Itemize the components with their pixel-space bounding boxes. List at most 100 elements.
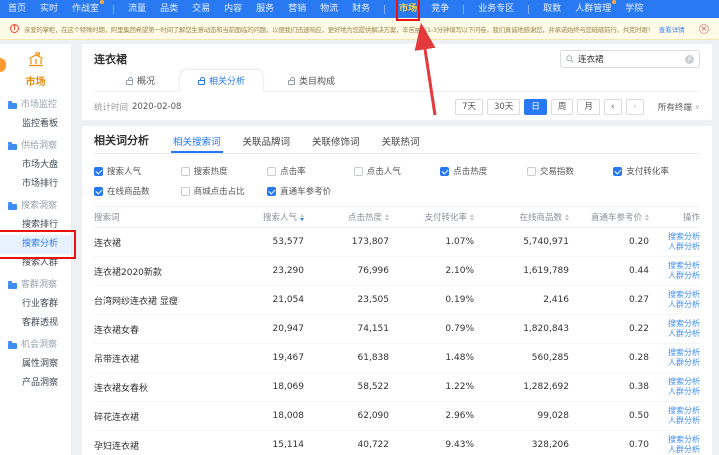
- nav-item[interactable]: 服务: [256, 0, 274, 18]
- search-analysis-link[interactable]: 搜索分析: [668, 377, 700, 388]
- table-header-cell[interactable]: 搜索词: [94, 211, 224, 223]
- click-heat-cell: 74,151: [304, 324, 389, 334]
- table-row: 台湾网纱连衣裙 显瘦 21,054 23,505 0.19% 2,416 0.2…: [94, 286, 700, 315]
- sidebar-item[interactable]: 属性洞察: [0, 355, 71, 374]
- nav-item[interactable]: 首页: [8, 0, 26, 18]
- metric-checkbox[interactable]: 点击人气: [354, 165, 441, 177]
- nav-item[interactable]: 营销: [288, 0, 306, 18]
- sidebar-item[interactable]: 机会洞察: [0, 336, 71, 355]
- metric-checkbox[interactable]: 搜索人气: [94, 165, 181, 177]
- table-header-cell[interactable]: 搜索人气: [224, 211, 304, 223]
- sidebar-item[interactable]: 搜索分析: [0, 235, 71, 254]
- search-analysis-link[interactable]: 搜索分析: [668, 435, 700, 446]
- notice-detail-link[interactable]: 查看详情: [659, 24, 685, 34]
- nav-item[interactable]: 实时: [40, 0, 58, 18]
- terminal-selector[interactable]: 所有终端 ∨: [658, 101, 700, 113]
- metric-checkbox[interactable]: 交易指数: [527, 165, 614, 177]
- notice-bar: ! 亲爱的掌柜，在这个特殊时期，阿里集团希望第一时间了解您生意动态和当前面临的问…: [0, 18, 719, 40]
- date-range-button[interactable]: 月: [577, 99, 600, 115]
- table-header-cell[interactable]: 直通车参考价: [569, 211, 649, 223]
- sidebar: 市场 市场监控 监控看板 供给洞察 市场大盘: [0, 44, 72, 455]
- nav-item[interactable]: 内容: [224, 0, 242, 18]
- search-analysis-link[interactable]: 搜索分析: [668, 290, 700, 301]
- search-popularity-cell: 53,577: [224, 237, 304, 247]
- nav-item[interactable]: 市场: [399, 0, 417, 18]
- clear-input-icon[interactable]: ×: [685, 55, 694, 64]
- analysis-subtab[interactable]: 关联修饰词: [310, 126, 362, 153]
- date-range-button[interactable]: ‹: [604, 99, 622, 115]
- crowd-analysis-link[interactable]: 人群分析: [668, 271, 700, 282]
- search-analysis-link[interactable]: 搜索分析: [668, 232, 700, 243]
- crowd-analysis-link[interactable]: 人群分析: [668, 358, 700, 369]
- date-range-button[interactable]: 日: [524, 99, 547, 115]
- online-products-cell: 1,820,843: [474, 324, 569, 334]
- nav-item[interactable]: 取数: [543, 0, 561, 18]
- nav-item[interactable]: 学院: [625, 0, 643, 18]
- close-icon[interactable]: ×: [699, 24, 709, 34]
- search-analysis-link[interactable]: 搜索分析: [668, 348, 700, 359]
- keyword-cell: 连衣裙2020新款: [94, 265, 224, 278]
- sidebar-item[interactable]: 监控看板: [0, 115, 71, 134]
- sidebar-item[interactable]: 搜索排行: [0, 216, 71, 235]
- date-range-button[interactable]: ›: [626, 99, 644, 115]
- crowd-analysis-link[interactable]: 人群分析: [668, 242, 700, 253]
- crowd-analysis-link[interactable]: 人群分析: [668, 329, 700, 340]
- report-tab[interactable]: 相关分析: [179, 69, 264, 92]
- crowd-analysis-link[interactable]: 人群分析: [668, 387, 700, 398]
- report-tab[interactable]: 概况: [108, 70, 173, 91]
- search-analysis-link[interactable]: 搜索分析: [668, 319, 700, 330]
- nav-item[interactable]: [528, 5, 529, 14]
- date-range-button[interactable]: 周: [551, 99, 574, 115]
- analysis-subtab[interactable]: 相关搜索词: [171, 126, 223, 153]
- date-range-button[interactable]: 7天: [455, 99, 483, 115]
- sidebar-item[interactable]: 产品洞察: [0, 374, 71, 393]
- date-range-button[interactable]: 30天: [487, 99, 520, 115]
- search-analysis-link[interactable]: 搜索分析: [668, 261, 700, 272]
- sidebar-item[interactable]: 客群洞察: [0, 276, 71, 295]
- lock-icon: [198, 80, 205, 85]
- sidebar-item[interactable]: 供给洞察: [0, 137, 71, 156]
- table-row: 连衣裙2020新款 23,290 76,996 2.10% 1,619,789 …: [94, 257, 700, 286]
- crowd-analysis-link[interactable]: 人群分析: [668, 300, 700, 311]
- table-header-cell[interactable]: 支付转化率: [389, 211, 474, 223]
- crowd-analysis-link[interactable]: 人群分析: [668, 445, 700, 455]
- metric-checkbox[interactable]: 点击率: [267, 165, 354, 177]
- sidebar-item[interactable]: 市场排行: [0, 175, 71, 194]
- nav-item[interactable]: 作战室: [72, 0, 99, 18]
- nav-item[interactable]: [384, 5, 385, 14]
- nav-item[interactable]: 流量: [128, 0, 146, 18]
- nav-item[interactable]: [463, 5, 464, 14]
- metric-checkbox[interactable]: 在线商品数: [94, 185, 181, 197]
- sidebar-item[interactable]: 市场大盘: [0, 156, 71, 175]
- report-tab[interactable]: 类目构成: [270, 70, 353, 91]
- nav-item[interactable]: [113, 5, 114, 14]
- metric-checkbox[interactable]: 支付转化率: [613, 165, 700, 177]
- nav-item[interactable]: 人群管理: [575, 0, 611, 18]
- search-popularity-cell: 18,008: [224, 411, 304, 421]
- nav-item[interactable]: 业务专区: [478, 0, 514, 18]
- nav-item[interactable]: 物流: [320, 0, 338, 18]
- nav-item[interactable]: 竞争: [431, 0, 449, 18]
- nav-item[interactable]: 品类: [160, 0, 178, 18]
- sidebar-item[interactable]: 行业客群: [0, 295, 71, 314]
- table-header-cell[interactable]: 操作: [649, 211, 700, 223]
- metric-checkbox[interactable]: 搜索热度: [181, 165, 268, 177]
- sidebar-item[interactable]: 搜索人群: [0, 254, 71, 273]
- analysis-subtab[interactable]: 关联热词: [380, 126, 422, 153]
- nav-item[interactable]: 财务: [352, 0, 370, 18]
- metric-checkbox[interactable]: 直通车参考价: [267, 185, 354, 197]
- crowd-analysis-link[interactable]: 人群分析: [668, 416, 700, 427]
- keyword-search-input[interactable]: [578, 54, 681, 64]
- nav-item[interactable]: 交易: [192, 0, 210, 18]
- sidebar-item[interactable]: 市场监控: [0, 96, 71, 115]
- metric-checkbox[interactable]: 商城点击占比: [181, 185, 268, 197]
- metric-checkbox[interactable]: 点击热度: [440, 165, 527, 177]
- search-analysis-link[interactable]: 搜索分析: [668, 406, 700, 417]
- table-header-cell[interactable]: 在线商品数: [474, 211, 569, 223]
- table-header-cell[interactable]: 点击热度: [304, 211, 389, 223]
- actions-cell: 搜索分析 人群分析: [649, 435, 700, 455]
- analysis-subtab[interactable]: 关联品牌词: [241, 126, 293, 153]
- sidebar-item[interactable]: 搜索洞察: [0, 197, 71, 216]
- pay-conversion-cell: 1.22%: [389, 382, 474, 392]
- sidebar-item[interactable]: 客群透视: [0, 314, 71, 333]
